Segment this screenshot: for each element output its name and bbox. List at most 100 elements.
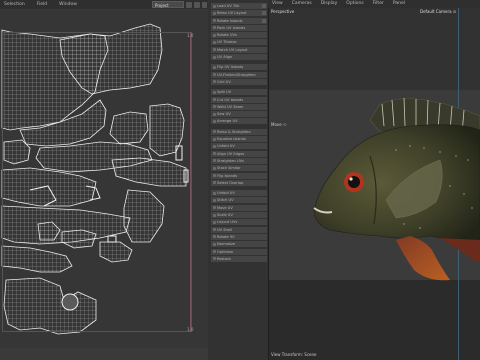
grid-icon[interactable] [202, 1, 207, 8]
tool-item-label: Align UV Edges [217, 151, 245, 156]
tool-item-label: Relax UV Layout [217, 11, 247, 16]
tool-item[interactable]: UV Align [211, 54, 267, 61]
lock-icon[interactable] [194, 1, 200, 8]
tool-item-label: Cut UV Islands [217, 97, 244, 102]
tool-item-label: Rotate 90 [217, 234, 235, 239]
tool-icon [212, 55, 216, 59]
tool-item[interactable]: Scale UV [211, 212, 267, 219]
tool-item-label: UV Align [217, 55, 233, 60]
tool-item[interactable]: Select Overlap [211, 179, 267, 186]
tool-icon [212, 198, 216, 202]
tool-item-label: Relax & Straighten [217, 129, 251, 134]
tool-item[interactable]: Grid UV [211, 78, 267, 85]
tool-icon [212, 166, 216, 170]
menu-window[interactable]: Window [59, 2, 77, 7]
uv-tile-border [2, 32, 192, 332]
tool-item[interactable]: Arrange UV [211, 118, 267, 125]
tool-item[interactable]: Layout UVs [211, 219, 267, 226]
tool-item-label: Normalize [217, 242, 236, 247]
tool-item[interactable]: Equalize Islands [211, 136, 267, 143]
tool-item-label: Arrange UV [217, 119, 238, 124]
pin-icon[interactable] [186, 1, 192, 8]
pelvic-fin [396, 236, 450, 281]
tool-item-label: UV Tilesize [217, 40, 237, 45]
tool-item[interactable]: Restack [211, 255, 267, 262]
tool-options-icon[interactable] [262, 11, 266, 16]
tool-item[interactable]: Rotate 90 [211, 233, 267, 240]
tool-item[interactable]: Align UV Edges [211, 150, 267, 157]
tool-icon [212, 174, 216, 178]
uv-corner-label-bottom: 1,0 [187, 327, 194, 332]
tool-item[interactable]: Relax & Straighten [211, 128, 267, 135]
menu-filter[interactable]: Filter [373, 1, 384, 6]
tool-icon [212, 191, 216, 195]
tool-icon [212, 19, 216, 23]
tool-icon [212, 119, 216, 123]
tool-item[interactable]: Optimize [211, 248, 267, 255]
tool-icon [212, 213, 216, 217]
tool-group-divider [211, 263, 267, 266]
tool-icon [212, 181, 216, 185]
tool-icon [212, 40, 216, 44]
tool-item-label: Unfold UV [217, 144, 235, 149]
tool-icon [212, 144, 216, 148]
viewport-menubar: View Cameras Display Options Filter Panel [268, 0, 480, 8]
tool-icon [212, 206, 216, 210]
tool-item[interactable]: Unfold UV [211, 143, 267, 150]
tool-item-label: Split UV [217, 90, 232, 95]
tool-item[interactable]: Load UV Tile [211, 3, 267, 9]
tool-item[interactable]: Stack Similar [211, 165, 267, 172]
tool-item[interactable]: Unfold UV [211, 190, 267, 197]
menu-panel[interactable]: Panel [393, 1, 405, 6]
tool-icon [212, 112, 216, 116]
menu-view[interactable]: View [272, 1, 283, 6]
tool-icon [212, 257, 216, 261]
tool-item[interactable]: UV-Flatten/Straighten [211, 71, 267, 78]
anal-fin [440, 238, 480, 262]
tool-icon [212, 48, 216, 52]
tool-item[interactable]: UV Tilesize [211, 39, 267, 46]
menu-selection[interactable]: Selection [4, 2, 25, 7]
tool-item[interactable]: Stitch UV [211, 197, 267, 204]
viewport-background-bottom [269, 280, 480, 360]
uv-tile-edge [190, 32, 191, 332]
tool-item[interactable]: Move UV [211, 204, 267, 211]
fish-body [313, 124, 480, 241]
viewport-camera-label[interactable]: Default Camera ⊙ [420, 9, 456, 14]
tool-icon [212, 152, 216, 156]
tool-icon [212, 130, 216, 134]
tool-options-icon[interactable] [262, 4, 266, 8]
tool-item-label: Layout UVs [217, 220, 238, 225]
tool-item-label: Straighten UVs [217, 158, 244, 163]
tool-item-label: Flip Islands [217, 173, 238, 178]
tool-item[interactable]: Relax UV Layout [211, 10, 267, 17]
tool-item[interactable]: Split UV [211, 89, 267, 96]
uv-mode-select[interactable]: Project [152, 1, 184, 8]
tool-icon [212, 220, 216, 224]
tool-item[interactable]: Flip Islands [211, 172, 267, 179]
tool-icon [212, 65, 216, 69]
menu-display[interactable]: Display [321, 1, 338, 6]
viewport-background-top [269, 8, 480, 90]
tool-item[interactable]: Sew UV [211, 111, 267, 118]
menu-cameras[interactable]: Cameras [292, 1, 312, 6]
tool-item[interactable]: Match UV Layout [211, 46, 267, 53]
tool-item[interactable]: Rotate UVs [211, 32, 267, 39]
menu-field[interactable]: Field [37, 2, 47, 7]
tool-item[interactable]: Weld UV Seam [211, 103, 267, 110]
tool-options-icon[interactable] [262, 18, 266, 23]
tool-item[interactable]: Rotate Islands [211, 17, 267, 24]
tool-item[interactable]: Flip UV Islands [211, 64, 267, 71]
tool-item-label: UV-Flatten/Straighten [217, 72, 256, 77]
tool-icon [212, 26, 216, 30]
tool-icon [212, 105, 216, 109]
tool-item[interactable]: Normalize [211, 241, 267, 248]
viewport-perspective-label: Perspective [271, 9, 295, 14]
tool-item[interactable]: UV Shell [211, 226, 267, 233]
fish-model[interactable] [300, 90, 480, 290]
tool-item[interactable]: Straighten UVs [211, 157, 267, 164]
menu-options[interactable]: Options [346, 1, 363, 6]
tool-item[interactable]: Pack UV Islands [211, 24, 267, 31]
tool-icon [212, 235, 216, 239]
tool-item[interactable]: Cut UV Islands [211, 96, 267, 103]
